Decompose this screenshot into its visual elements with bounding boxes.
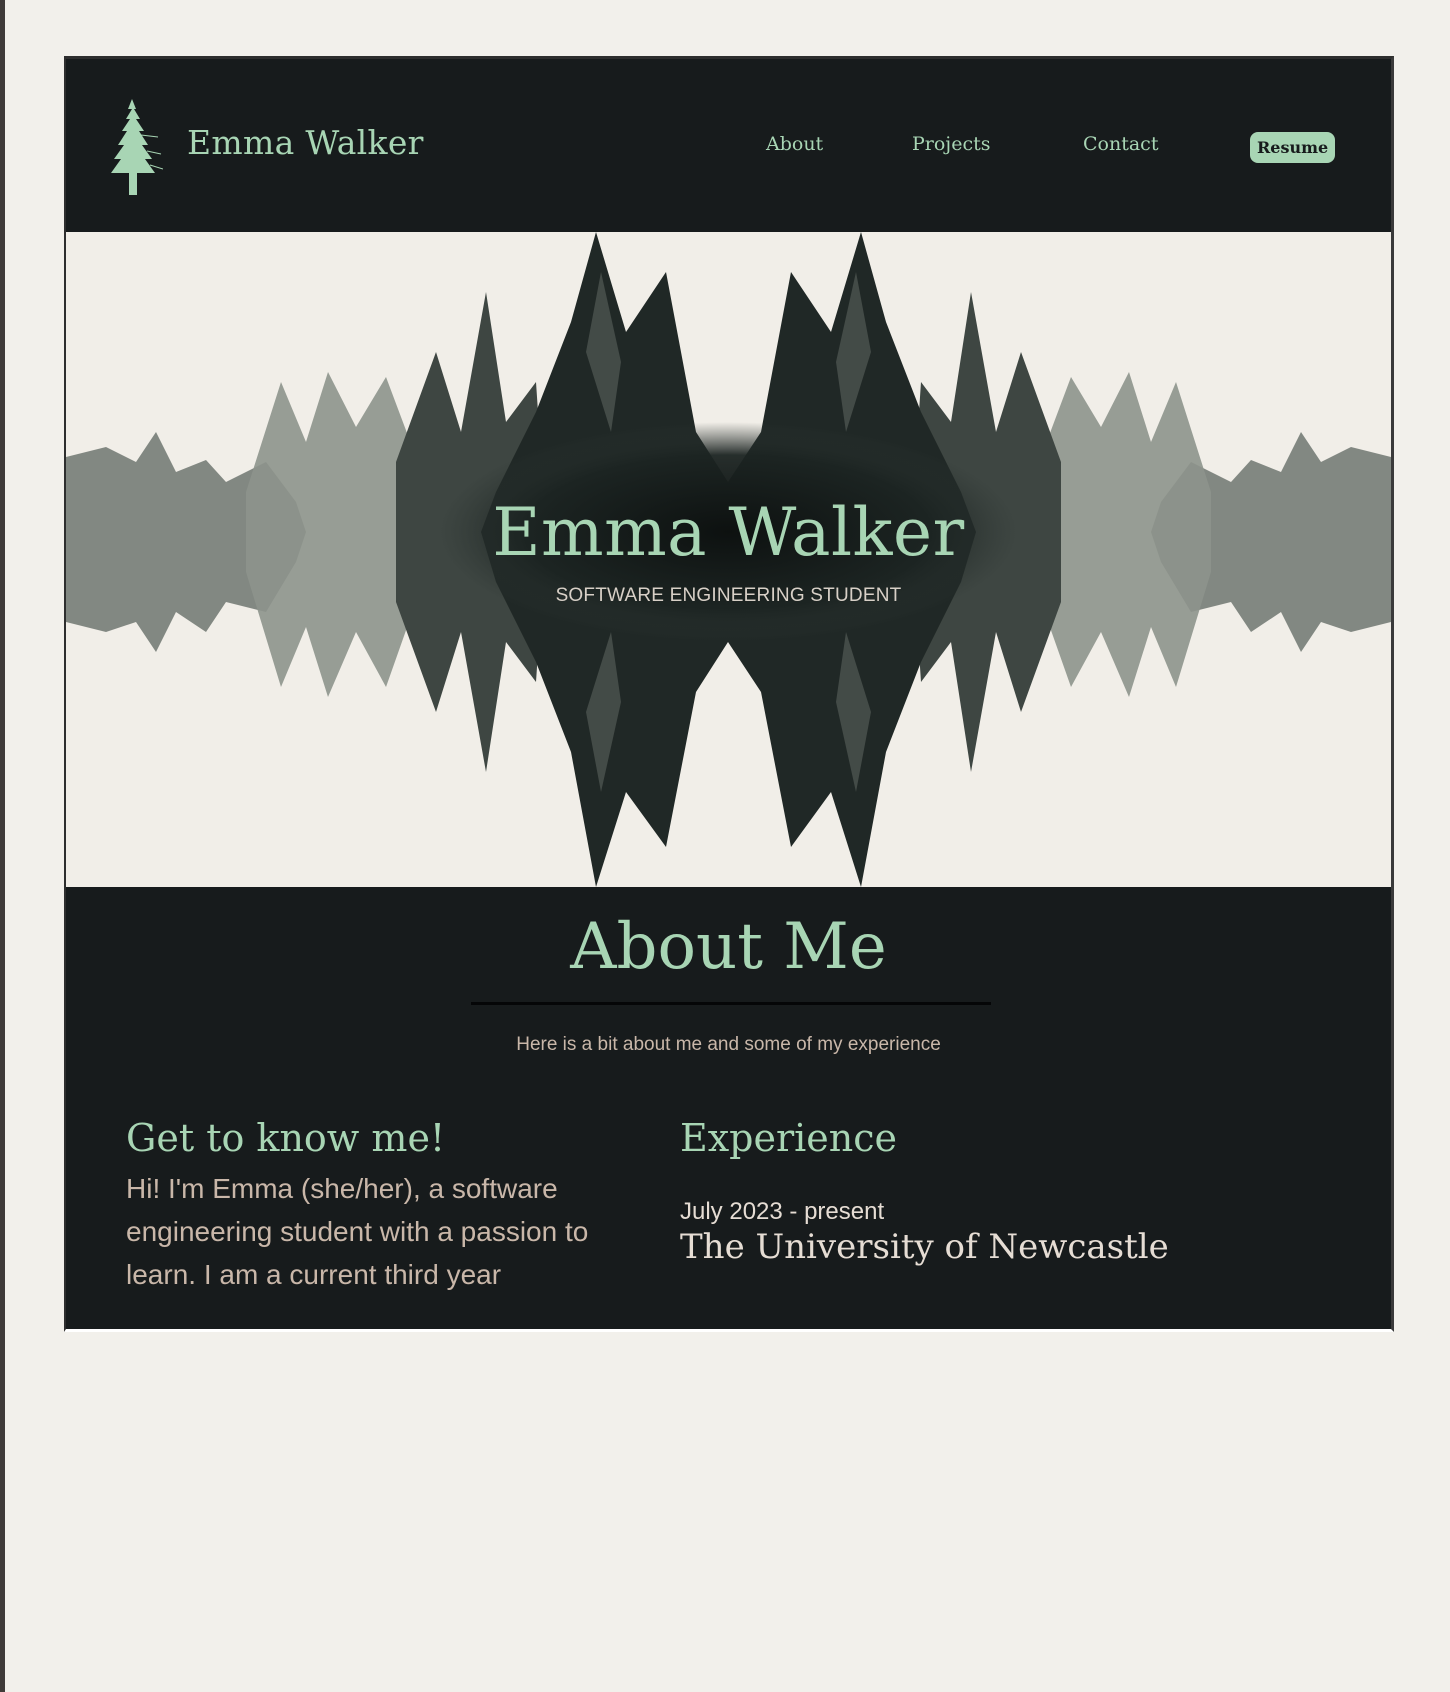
hero-title: Emma Walker <box>492 494 965 571</box>
nav-link-projects[interactable]: Projects <box>912 133 990 155</box>
experience-heading: Experience <box>680 1116 898 1160</box>
resume-button[interactable]: Resume <box>1250 132 1336 163</box>
hero-banner: Emma Walker SOFTWARE ENGINEERING STUDENT <box>66 232 1391 887</box>
brand-name[interactable]: Emma Walker <box>187 123 424 162</box>
about-divider <box>471 1002 991 1005</box>
nav-link-contact[interactable]: Contact <box>1083 133 1158 155</box>
intro-text: Hi! I'm Emma (she/her), a software engin… <box>126 1173 589 1290</box>
nav-link-about[interactable]: About <box>766 133 823 155</box>
intro-heading: Get to know me! <box>126 1116 446 1160</box>
pine-tree-icon[interactable] <box>103 99 163 195</box>
about-title: About Me <box>570 910 887 984</box>
about-subtitle: Here is a bit about me and some of my ex… <box>516 1034 941 1055</box>
experience-date: July 2023 - present <box>680 1198 885 1225</box>
window-edge <box>0 0 5 1692</box>
experience-organization: The University of Newcastle <box>680 1227 1169 1267</box>
portfolio-page: Emma Walker About Projects Contact Resum… <box>64 56 1394 1332</box>
navbar: Emma Walker About Projects Contact Resum… <box>66 59 1391 232</box>
hero-subtitle: SOFTWARE ENGINEERING STUDENT <box>555 585 902 606</box>
